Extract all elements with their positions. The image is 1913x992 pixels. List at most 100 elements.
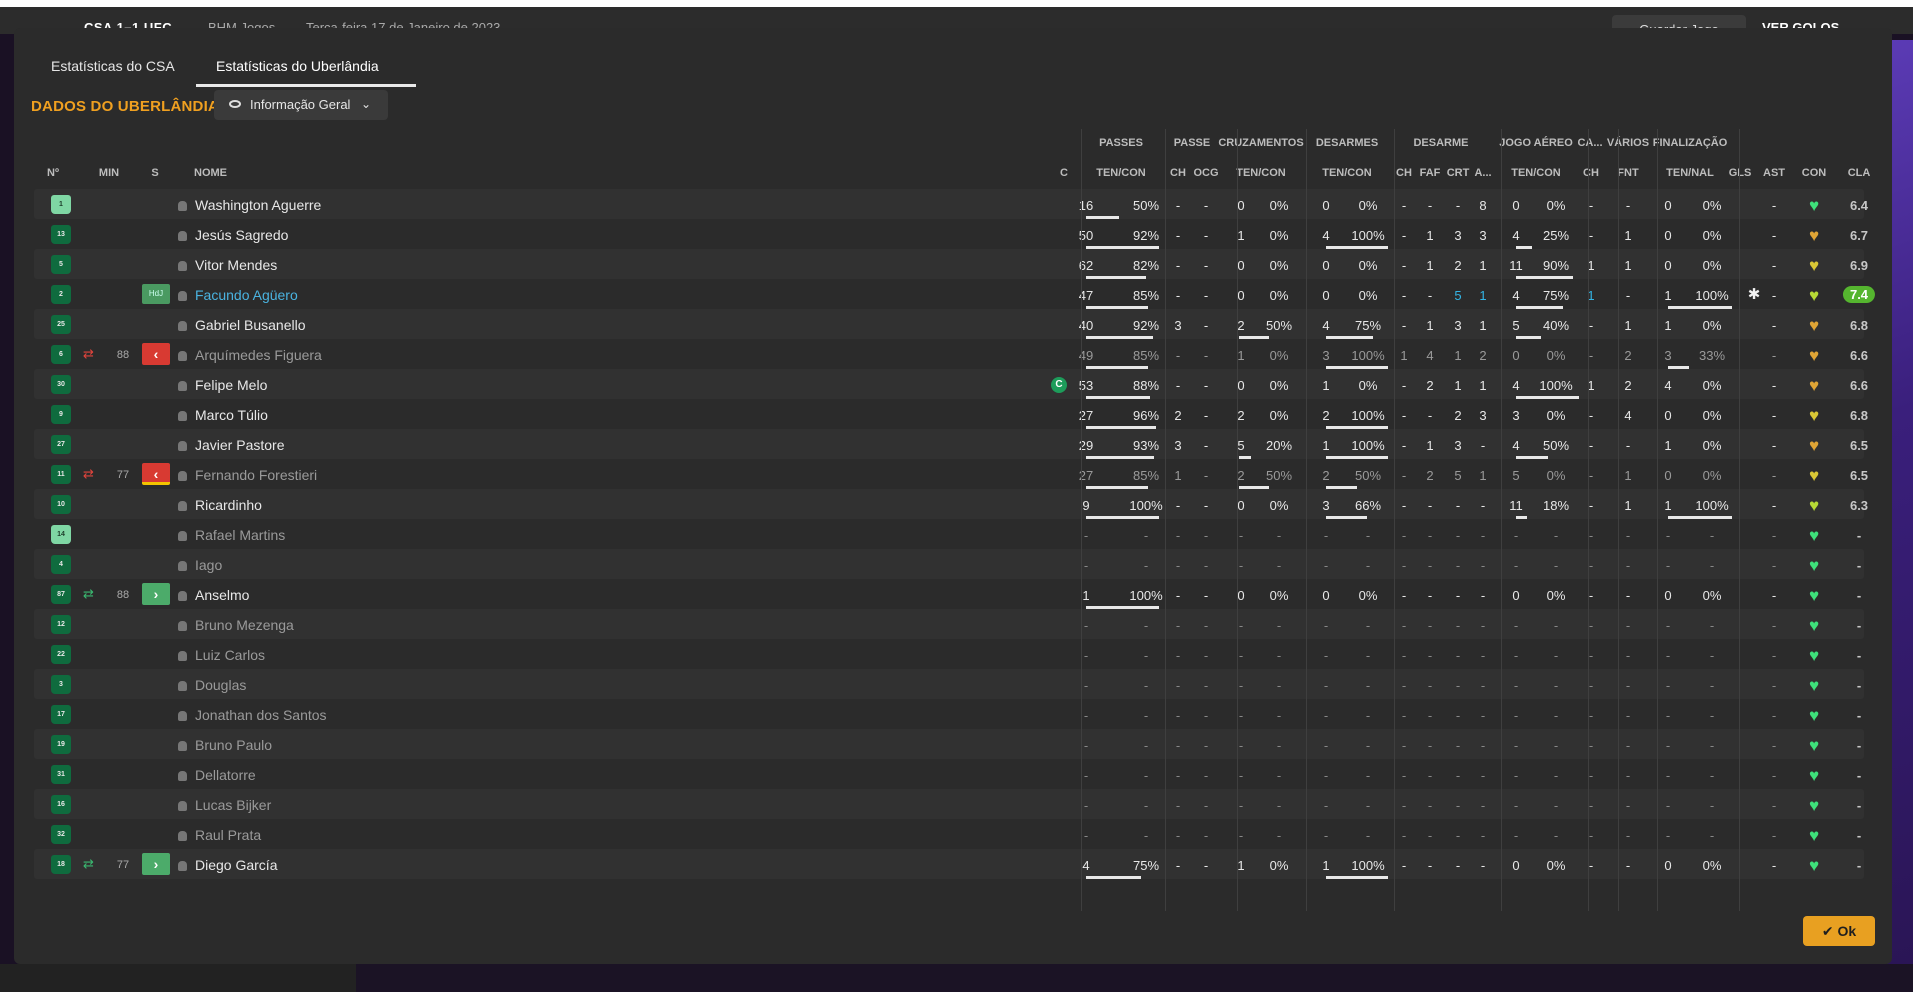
column-header-cell[interactable]: FAF — [1420, 167, 1441, 179]
stat-cell: - — [1480, 738, 1486, 753]
player-name[interactable]: Felipe Melo — [178, 377, 267, 393]
player-row[interactable]: 3 Douglas - - - - - - - - - - - - - - - - - - - ♥ - — [34, 669, 1864, 699]
player-name[interactable]: Diego García — [178, 857, 277, 873]
player-name[interactable]: Douglas — [178, 677, 246, 693]
column-header-cell[interactable]: CH — [1396, 167, 1412, 179]
column-header-cell[interactable]: CRT — [1447, 167, 1470, 179]
player-row[interactable]: 10 Ricardinho 9 100% - -0 0% 3 66% - - - -11 18% -1 1 10… — [34, 489, 1868, 519]
player-row[interactable]: 12 Bruno Mezenga - - - - - - - - - - - - - - - - - - - ♥ - — [34, 609, 1864, 639]
stat-cell: - — [1143, 768, 1149, 783]
player-name[interactable]: Rafael Martins — [178, 527, 285, 543]
stat-cell: - — [1588, 408, 1594, 423]
player-row[interactable]: 9 Marco Túlio 27 96% 2-2 0% 2 100% - -2 3 3 0% -4 0 0% -… — [34, 399, 1868, 429]
player-name[interactable]: Arquímedes Figuera — [178, 347, 322, 363]
player-name[interactable]: Lucas Bijker — [178, 797, 271, 813]
player-name[interactable]: Jonathan dos Santos — [178, 707, 327, 723]
stat-cell: 96% — [1132, 408, 1160, 423]
player-row[interactable]: 25 Gabriel Busanello 40 92% 3-2 50% 4 75% -1 3 1 5 4… — [34, 309, 1868, 339]
stat-cell: 100% — [1351, 408, 1385, 423]
player-name[interactable]: Facundo Agüero — [178, 287, 298, 303]
tab-uberlandia-stats[interactable]: Estatísticas do Uberlândia — [216, 58, 379, 74]
column-header-cell[interactable]: TEN/CON — [1096, 167, 1146, 179]
player-row[interactable]: 1 Washington Aguerre 16 50% - -0 0% 0 0% - - -8 0 0% -… — [34, 189, 1868, 219]
player-name[interactable]: Iago — [178, 557, 222, 573]
player-name[interactable]: Bruno Mezenga — [178, 617, 294, 633]
condition-heart-icon: ♥ — [1808, 556, 1820, 575]
player-row[interactable]: 31 Dellatorre - - - - - - - - - - - - - - - - - - - ♥ - — [34, 759, 1864, 789]
column-header-cell[interactable]: FNT — [1617, 167, 1638, 179]
player-name[interactable]: Ricardinho — [178, 497, 262, 513]
condition-heart-icon: ♥ — [1808, 526, 1820, 545]
player-row[interactable]: 16 Lucas Bijker - - - - - - - - - - - - - - - - - - - ♥ - — [34, 789, 1864, 819]
stat-cell: - — [1771, 408, 1777, 423]
column-header-cell[interactable]: S — [151, 167, 158, 179]
stat-cell: - — [1709, 708, 1715, 723]
stat-cell: - — [1083, 618, 1089, 633]
player-row[interactable]: 2 HdJ Facundo Agüero 47 85% - -0 0% 0 0% - -5 1 4 75% 1… — [34, 279, 1876, 309]
player-name[interactable]: Jesús Sagredo — [178, 227, 288, 243]
player-row[interactable]: 22 Luiz Carlos - - - - - - - - - - - - - - - - - - - ♥ - — [34, 639, 1864, 669]
player-name[interactable]: Javier Pastore — [178, 437, 284, 453]
stat-cell: 40% — [1542, 318, 1570, 333]
stat-cell: 0 — [1512, 348, 1520, 363]
player-row[interactable]: 87 ⇄ 88 › Anselmo 1 100% - -0 0% 0 0% - - - -0 0% - -0 0% - ♥… — [34, 579, 1864, 609]
stat-cell: - — [1276, 798, 1282, 813]
player-row[interactable]: 5 Vitor Mendes 62 82% - -0 0% 0 0% -1 2 1 11 90% 1 1 0 0%… — [34, 249, 1868, 279]
stat-cell: 1 — [1237, 348, 1245, 363]
player-name[interactable]: Washington Aguerre — [178, 197, 321, 213]
column-header-cell[interactable]: CON — [1802, 167, 1826, 179]
player-row[interactable]: 4 Iago - - - - - - - - - - - - - - - - - - - ♥ - — [34, 549, 1864, 579]
column-header-cell[interactable]: CH — [1583, 167, 1599, 179]
tab-csa-stats[interactable]: Estatísticas do CSA — [51, 58, 175, 74]
stat-cell: 4 — [1322, 228, 1330, 243]
stat-cell: 2 — [1322, 468, 1330, 483]
player-name[interactable]: Fernando Forestieri — [178, 467, 317, 483]
column-header-cell[interactable]: OCG — [1193, 167, 1218, 179]
stat-cell: - — [1427, 678, 1433, 693]
column-header-cell[interactable]: Nº — [47, 167, 59, 179]
player-name[interactable]: Dellatorre — [178, 767, 256, 783]
stat-cell: 1 — [1454, 348, 1462, 363]
player-name[interactable]: Vitor Mendes — [178, 257, 277, 273]
column-header-cell[interactable]: CH — [1170, 167, 1186, 179]
player-row[interactable]: 13 Jesús Sagredo 50 92% - -1 0% 4 100% -1 3 3 4 25% -1… — [34, 219, 1868, 249]
column-header-cell[interactable]: NOME — [194, 167, 227, 179]
column-header-cell[interactable]: TEN/CON — [1322, 167, 1372, 179]
player-row[interactable]: 19 Bruno Paulo - - - - - - - - - - - - - - - - - - - ♥ - — [34, 729, 1864, 759]
player-row[interactable]: 6 ⇄ 88 ‹ Arquímedes Figuera 49 85% - -1 0% 3 100% 1 4… — [34, 339, 1868, 369]
player-row[interactable]: 32 Raul Prata - - - - - - - - - - - - - - - - - - - ♥ - — [34, 819, 1864, 849]
stat-cell: - — [1625, 738, 1631, 753]
column-header-cell[interactable]: TEN/CON — [1236, 167, 1286, 179]
stat-cell: 1 — [1479, 258, 1487, 273]
column-header-cell[interactable]: TEN/CON — [1511, 167, 1561, 179]
column-header-cell[interactable]: MIN — [99, 167, 119, 179]
player-row[interactable]: 27 Javier Pastore 29 93% 3-5 20% 1 100% -1 3-4 50%… — [34, 429, 1868, 459]
player-row[interactable]: 17 Jonathan dos Santos - - - - - - - - - - - - - - - - - - -… — [34, 699, 1864, 729]
column-header-cell[interactable]: AST — [1763, 167, 1785, 179]
player-name[interactable]: Gabriel Busanello — [178, 317, 306, 333]
player-row[interactable]: 18 ⇄ 77 › Diego García 4 75% - -1 0% 1 100% - - - -0 0% -… — [34, 849, 1864, 879]
player-row[interactable]: 14 Rafael Martins - - - - - - - - - - - - - - - - - - - ♥ - — [34, 519, 1864, 549]
column-header-cell[interactable]: C — [1060, 167, 1068, 179]
stat-cell: 1 — [1322, 378, 1330, 393]
player-name[interactable]: Bruno Paulo — [178, 737, 272, 753]
view-dropdown[interactable]: Informação Geral ⌄ — [214, 90, 388, 120]
player-name[interactable]: Anselmo — [178, 587, 249, 603]
stat-cell: 0% — [1358, 288, 1378, 303]
player-name[interactable]: Marco Túlio — [178, 407, 268, 423]
player-name[interactable]: Raul Prata — [178, 827, 261, 843]
player-row[interactable]: 30 Felipe Melo C 53 88% - -0 0% 1 0% -2 1 1 4 100% 1 2 4 0… — [34, 369, 1868, 399]
column-divider — [1657, 129, 1658, 911]
player-row[interactable]: 11 ⇄ 77 ‹ Fernando Forestieri 27 85% 1-2 50% 2 50%… — [34, 459, 1868, 489]
stat-cell: 0% — [1702, 468, 1722, 483]
column-header-cell[interactable]: GLS — [1729, 167, 1752, 179]
stat-cell: 4 — [1426, 348, 1434, 363]
condition-heart-icon: ♥ — [1808, 196, 1820, 215]
player-rating: - — [1856, 738, 1862, 753]
ok-button[interactable]: ✔ Ok — [1803, 916, 1875, 946]
stat-cell: - — [1276, 708, 1282, 723]
player-name[interactable]: Luiz Carlos — [178, 647, 265, 663]
column-header-cell[interactable]: CLA — [1848, 167, 1871, 179]
column-header-cell[interactable]: A... — [1474, 167, 1491, 179]
column-header-cell[interactable]: TEN/NAL — [1666, 167, 1714, 179]
